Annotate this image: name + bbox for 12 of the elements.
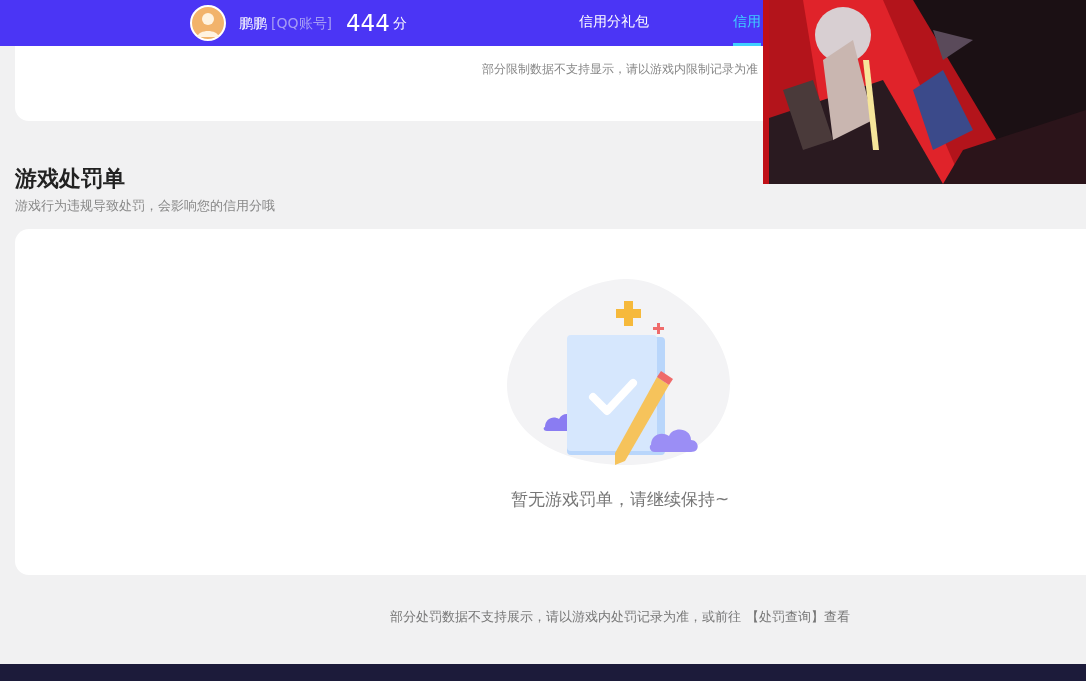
penalty-query-link[interactable]: 【处罚查询】: [745, 608, 824, 624]
credit-score: 444: [345, 8, 390, 38]
empty-message: 暂无游戏罚单，请继续保持~: [510, 487, 730, 511]
restriction-note: 部分限制数据不支持显示，请以游戏内限制记录为准: [482, 62, 758, 76]
avatar: [190, 5, 226, 41]
score-unit: 分: [392, 13, 407, 33]
section-subtitle: 游戏行为违规导致处罚，会影响您的信用分哦: [15, 197, 276, 216]
nav-tab[interactable]: 信用分礼包: [579, 0, 649, 46]
footer-note: 部分处罚数据不支持展示，请以游戏内处罚记录为准，或前往 【处罚查询】查看: [389, 607, 851, 626]
user-name: 鹏鹏: [239, 13, 267, 33]
section-title: 游戏处罚单: [15, 166, 126, 193]
account-type: [QQ账号]: [271, 13, 332, 33]
